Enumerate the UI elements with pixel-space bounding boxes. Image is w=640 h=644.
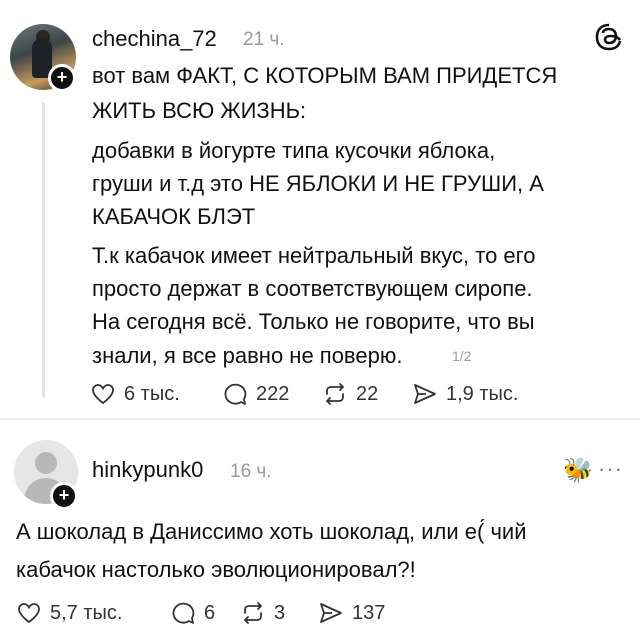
heart-icon [92,384,114,405]
page-indicator: 1/2 [452,348,472,364]
share-count: 137 [352,601,386,624]
post-text-line: просто держат в соответствующем сиропе. [92,276,533,301]
post-time: 16 ч. [230,461,272,482]
divider [0,418,640,420]
thread-line [42,102,45,398]
post-time: 21 ч. [243,29,285,50]
repost-count: 3 [274,601,286,624]
username[interactable]: chechina_72 [92,26,217,52]
username[interactable]: hinkypunk0 [92,457,203,483]
comment-icon [224,383,247,405]
post-text-line: добавки в йогурте типа кусочки яблока, [92,138,496,163]
post-text-line: КАБАЧОК БЛЭТ [92,204,256,229]
comment-icon [172,602,195,624]
post-text-line: вот вам ФАКТ, С КОТОРЫМ ВАМ ПРИДЕТСЯ [92,63,558,88]
follow-plus-icon[interactable]: + [48,64,76,92]
more-options-icon[interactable]: ··· [598,456,623,482]
send-icon [414,384,436,404]
post-text-line: кабачок настолько эволюционировал?! [16,557,416,582]
send-icon [320,603,342,623]
avatar-head [35,452,57,474]
like-count: 5,7 тыс. [50,601,123,624]
post-text-line: А шоколад в Даниссимо хоть шоколад, или … [16,519,527,544]
follow-plus-icon[interactable]: + [50,482,78,510]
heart-icon [18,603,40,624]
post-text-line: ЖИТЬ ВСЮ ЖИЗНЬ: [92,98,307,123]
like-button[interactable]: 6 тыс. [90,381,180,407]
bee-emoji-icon: 🐝 [563,457,593,484]
like-count: 6 тыс. [124,382,180,405]
threads-logo-icon[interactable] [594,22,624,52]
comment-button[interactable]: 222 [222,381,289,407]
share-button[interactable]: 137 [318,600,385,626]
like-button[interactable]: 5,7 тыс. [16,600,122,626]
repost-icon [326,383,344,405]
share-count: 1,9 тыс. [446,382,519,405]
post-text-line: груши и т.д это НЕ ЯБЛОКИ И НЕ ГРУШИ, А [92,171,544,196]
post-text-line: знали, я все равно не поверю. [92,343,403,368]
post-text-line: На сегодня всё. Только не говорите, что … [92,309,535,334]
comment-count: 6 [204,601,216,624]
repost-count: 22 [356,382,379,405]
share-button[interactable]: 1,9 тыс. [412,381,518,407]
repost-button[interactable]: 3 [240,600,285,626]
comment-count: 222 [256,382,290,405]
post-text-line: Т.к кабачок имеет нейтральный вкус, то е… [92,243,536,268]
repost-icon [244,602,262,624]
repost-button[interactable]: 22 [322,381,378,407]
comment-button[interactable]: 6 [170,600,215,626]
